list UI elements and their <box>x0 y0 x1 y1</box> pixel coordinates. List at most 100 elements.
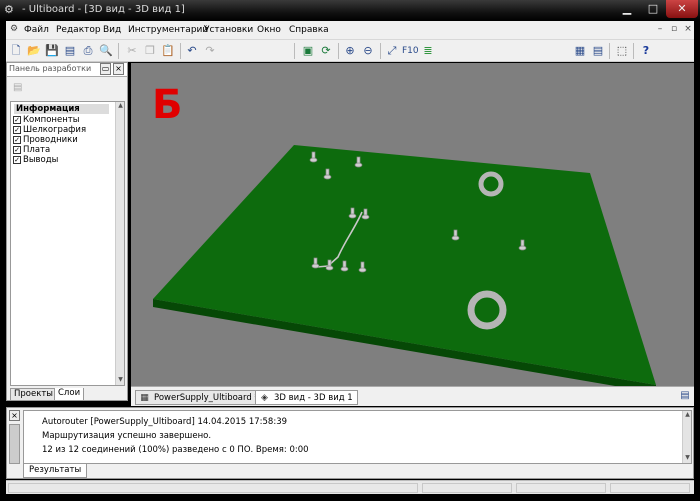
doc-close-icon[interactable]: × <box>682 24 694 36</box>
refresh-view-icon[interactable]: ⟳ <box>318 43 334 59</box>
output-close-button[interactable]: × <box>9 410 20 421</box>
tab-pcb-design[interactable]: ▦ PowerSupply_Ultiboard * <box>135 390 264 405</box>
spreadsheet-icon[interactable]: ▤ <box>590 43 606 59</box>
layer-item[interactable]: ✓ Плата <box>13 145 50 155</box>
scroll-up-icon[interactable]: ▲ <box>683 411 692 420</box>
menu-window[interactable]: Окно <box>257 25 281 35</box>
layer-list-scrollbar[interactable]: ▲ ▼ <box>115 102 124 385</box>
scroll-up-icon[interactable]: ▲ <box>116 102 125 111</box>
status-cell <box>8 483 418 493</box>
toolbar: 🗋 📂 💾 ▤ ⎙ 🔍 ✂ ❐ 📋 ↶ ↷ ▣ ⟳ ⊕ ⊖ ⤢ F10 ≣ ▦ … <box>6 40 694 62</box>
menu-options[interactable]: Установки <box>204 25 253 35</box>
window-layout-icon[interactable]: ▦ <box>572 43 588 59</box>
menu-view[interactable]: Вид <box>103 25 121 35</box>
menu-edit[interactable]: Редактор <box>56 25 101 35</box>
layer-checkbox[interactable]: ✓ <box>13 125 21 134</box>
doc-minimize-icon[interactable]: – <box>654 24 666 36</box>
panel-header: Панель разработки ▭ × <box>7 63 127 77</box>
minimize-button[interactable]: ▁ <box>614 0 640 18</box>
copy-icon[interactable]: ❐ <box>142 43 158 59</box>
layer-list: Информация ✓ Компоненты ✓ Шелкография ✓ Про… <box>10 101 125 386</box>
pcb-document-icon: ▦ <box>140 393 149 403</box>
layer-checkbox[interactable]: ✓ <box>13 115 21 124</box>
save-all-icon[interactable]: ▤ <box>62 43 78 59</box>
3d-view-icon: ◈ <box>261 393 268 403</box>
layer-item[interactable]: ✓ Компоненты <box>13 115 79 125</box>
scroll-down-icon[interactable]: ▼ <box>116 376 125 385</box>
output-scrollbar[interactable]: ▲ ▼ <box>682 411 691 463</box>
toolbar-separator <box>633 43 634 59</box>
doc-restore-icon[interactable]: ▫ <box>668 24 680 36</box>
panel-pin-button[interactable]: ▭ <box>100 63 111 75</box>
toolbar-separator <box>338 43 339 59</box>
open-file-icon[interactable]: 📂 <box>26 43 42 59</box>
pcb-3d-view[interactable] <box>131 63 694 386</box>
cut-icon[interactable]: ✂ <box>124 43 140 59</box>
layers-stack-icon[interactable]: ≣ <box>420 43 436 59</box>
output-panel: × Autorouter [PowerSupply_Ultiboard] 14.… <box>6 407 694 479</box>
output-log: Autorouter [PowerSupply_Ultiboard] 14.04… <box>23 410 692 464</box>
document-list-icon[interactable]: ▤ <box>678 390 692 404</box>
close-window-button[interactable]: ✕ <box>666 0 698 18</box>
toolbar-separator <box>118 43 119 59</box>
layer-label: Плата <box>23 145 51 155</box>
view-label: Б <box>152 82 183 128</box>
layer-item[interactable]: ✓ Проводники <box>13 135 78 145</box>
f10-icon[interactable]: F10 <box>402 43 419 59</box>
paste-icon[interactable]: 📋 <box>160 43 176 59</box>
new-file-icon[interactable]: 🗋 <box>8 43 24 59</box>
menu-tools[interactable]: Инструментарий <box>128 25 208 35</box>
layer-label: Компоненты <box>23 115 80 125</box>
status-cell <box>516 483 606 493</box>
panel-title: Панель разработки <box>9 64 92 73</box>
3d-viewport[interactable]: Б <box>131 63 694 386</box>
layer-label: Проводники <box>23 135 78 145</box>
layer-label: Выводы <box>23 155 59 165</box>
redo-icon[interactable]: ↷ <box>202 43 218 59</box>
status-cell <box>422 483 512 493</box>
print-icon[interactable]: ⎙ <box>80 43 96 59</box>
tab-3d-view[interactable]: ◈ 3D вид - 3D вид 1 <box>255 390 358 405</box>
layer-item[interactable]: ✓ Выводы <box>13 155 58 165</box>
document-menu-icon[interactable]: ⚙ <box>8 24 20 36</box>
zoom-out-icon[interactable]: ⊖ <box>360 43 376 59</box>
toolbar-separator <box>609 43 610 59</box>
log-line: Autorouter [PowerSupply_Ultiboard] 14.04… <box>42 417 288 427</box>
output-side-tab[interactable] <box>9 424 20 464</box>
tab-layers[interactable]: Слои <box>54 388 85 401</box>
log-line: 12 из 12 соединений (100%) разведено с 0… <box>42 445 309 455</box>
axes-icon[interactable]: ⤢ <box>384 43 400 59</box>
menu-file[interactable]: Файл <box>24 25 49 35</box>
tab-label: 3D вид - 3D вид 1 <box>274 393 353 403</box>
title-bar: ⚙ - Ultiboard - [3D вид - 3D вид 1] ▁ □ … <box>0 0 700 21</box>
tab-results[interactable]: Результаты <box>23 464 88 478</box>
design-toolbox-panel: Панель разработки ▭ × ▤ Информация ✓ Комп… <box>6 62 128 401</box>
save-image-icon[interactable]: ▣ <box>300 43 316 59</box>
window-title: - Ultiboard - [3D вид - 3D вид 1] <box>22 4 185 15</box>
menu-help[interactable]: Справка <box>289 25 329 35</box>
select-rect-icon[interactable]: ⬚ <box>614 43 630 59</box>
maximize-button[interactable]: □ <box>640 0 666 18</box>
layer-item[interactable]: ✓ Шелкография <box>13 125 86 135</box>
layer-checkbox[interactable]: ✓ <box>13 155 21 164</box>
layer-group-header: Информация <box>14 104 109 114</box>
status-cell <box>610 483 690 493</box>
print-preview-icon[interactable]: 🔍 <box>98 43 114 59</box>
tab-label: PowerSupply_Ultiboard * <box>154 393 259 403</box>
help-icon[interactable]: ? <box>638 43 654 59</box>
menu-bar: ⚙ Файл Редактор Вид Инструментарий Устан… <box>6 21 694 40</box>
save-icon[interactable]: 💾 <box>44 43 60 59</box>
panel-close-button[interactable]: × <box>113 63 124 75</box>
toolbar-separator <box>380 43 381 59</box>
layer-checkbox[interactable]: ✓ <box>13 135 21 144</box>
zoom-in-icon[interactable]: ⊕ <box>342 43 358 59</box>
log-line: Маршрутизация успешно завершено. <box>42 431 212 441</box>
undo-icon[interactable]: ↶ <box>184 43 200 59</box>
toolbar-separator <box>294 43 295 59</box>
ultiboard-app-icon[interactable]: ⚙ <box>4 3 18 17</box>
tab-projects[interactable]: Проекты <box>10 388 58 401</box>
status-bar <box>6 480 694 494</box>
layer-checkbox[interactable]: ✓ <box>13 145 21 154</box>
layer-settings-icon[interactable]: ▤ <box>13 82 27 96</box>
scroll-down-icon[interactable]: ▼ <box>683 454 692 463</box>
